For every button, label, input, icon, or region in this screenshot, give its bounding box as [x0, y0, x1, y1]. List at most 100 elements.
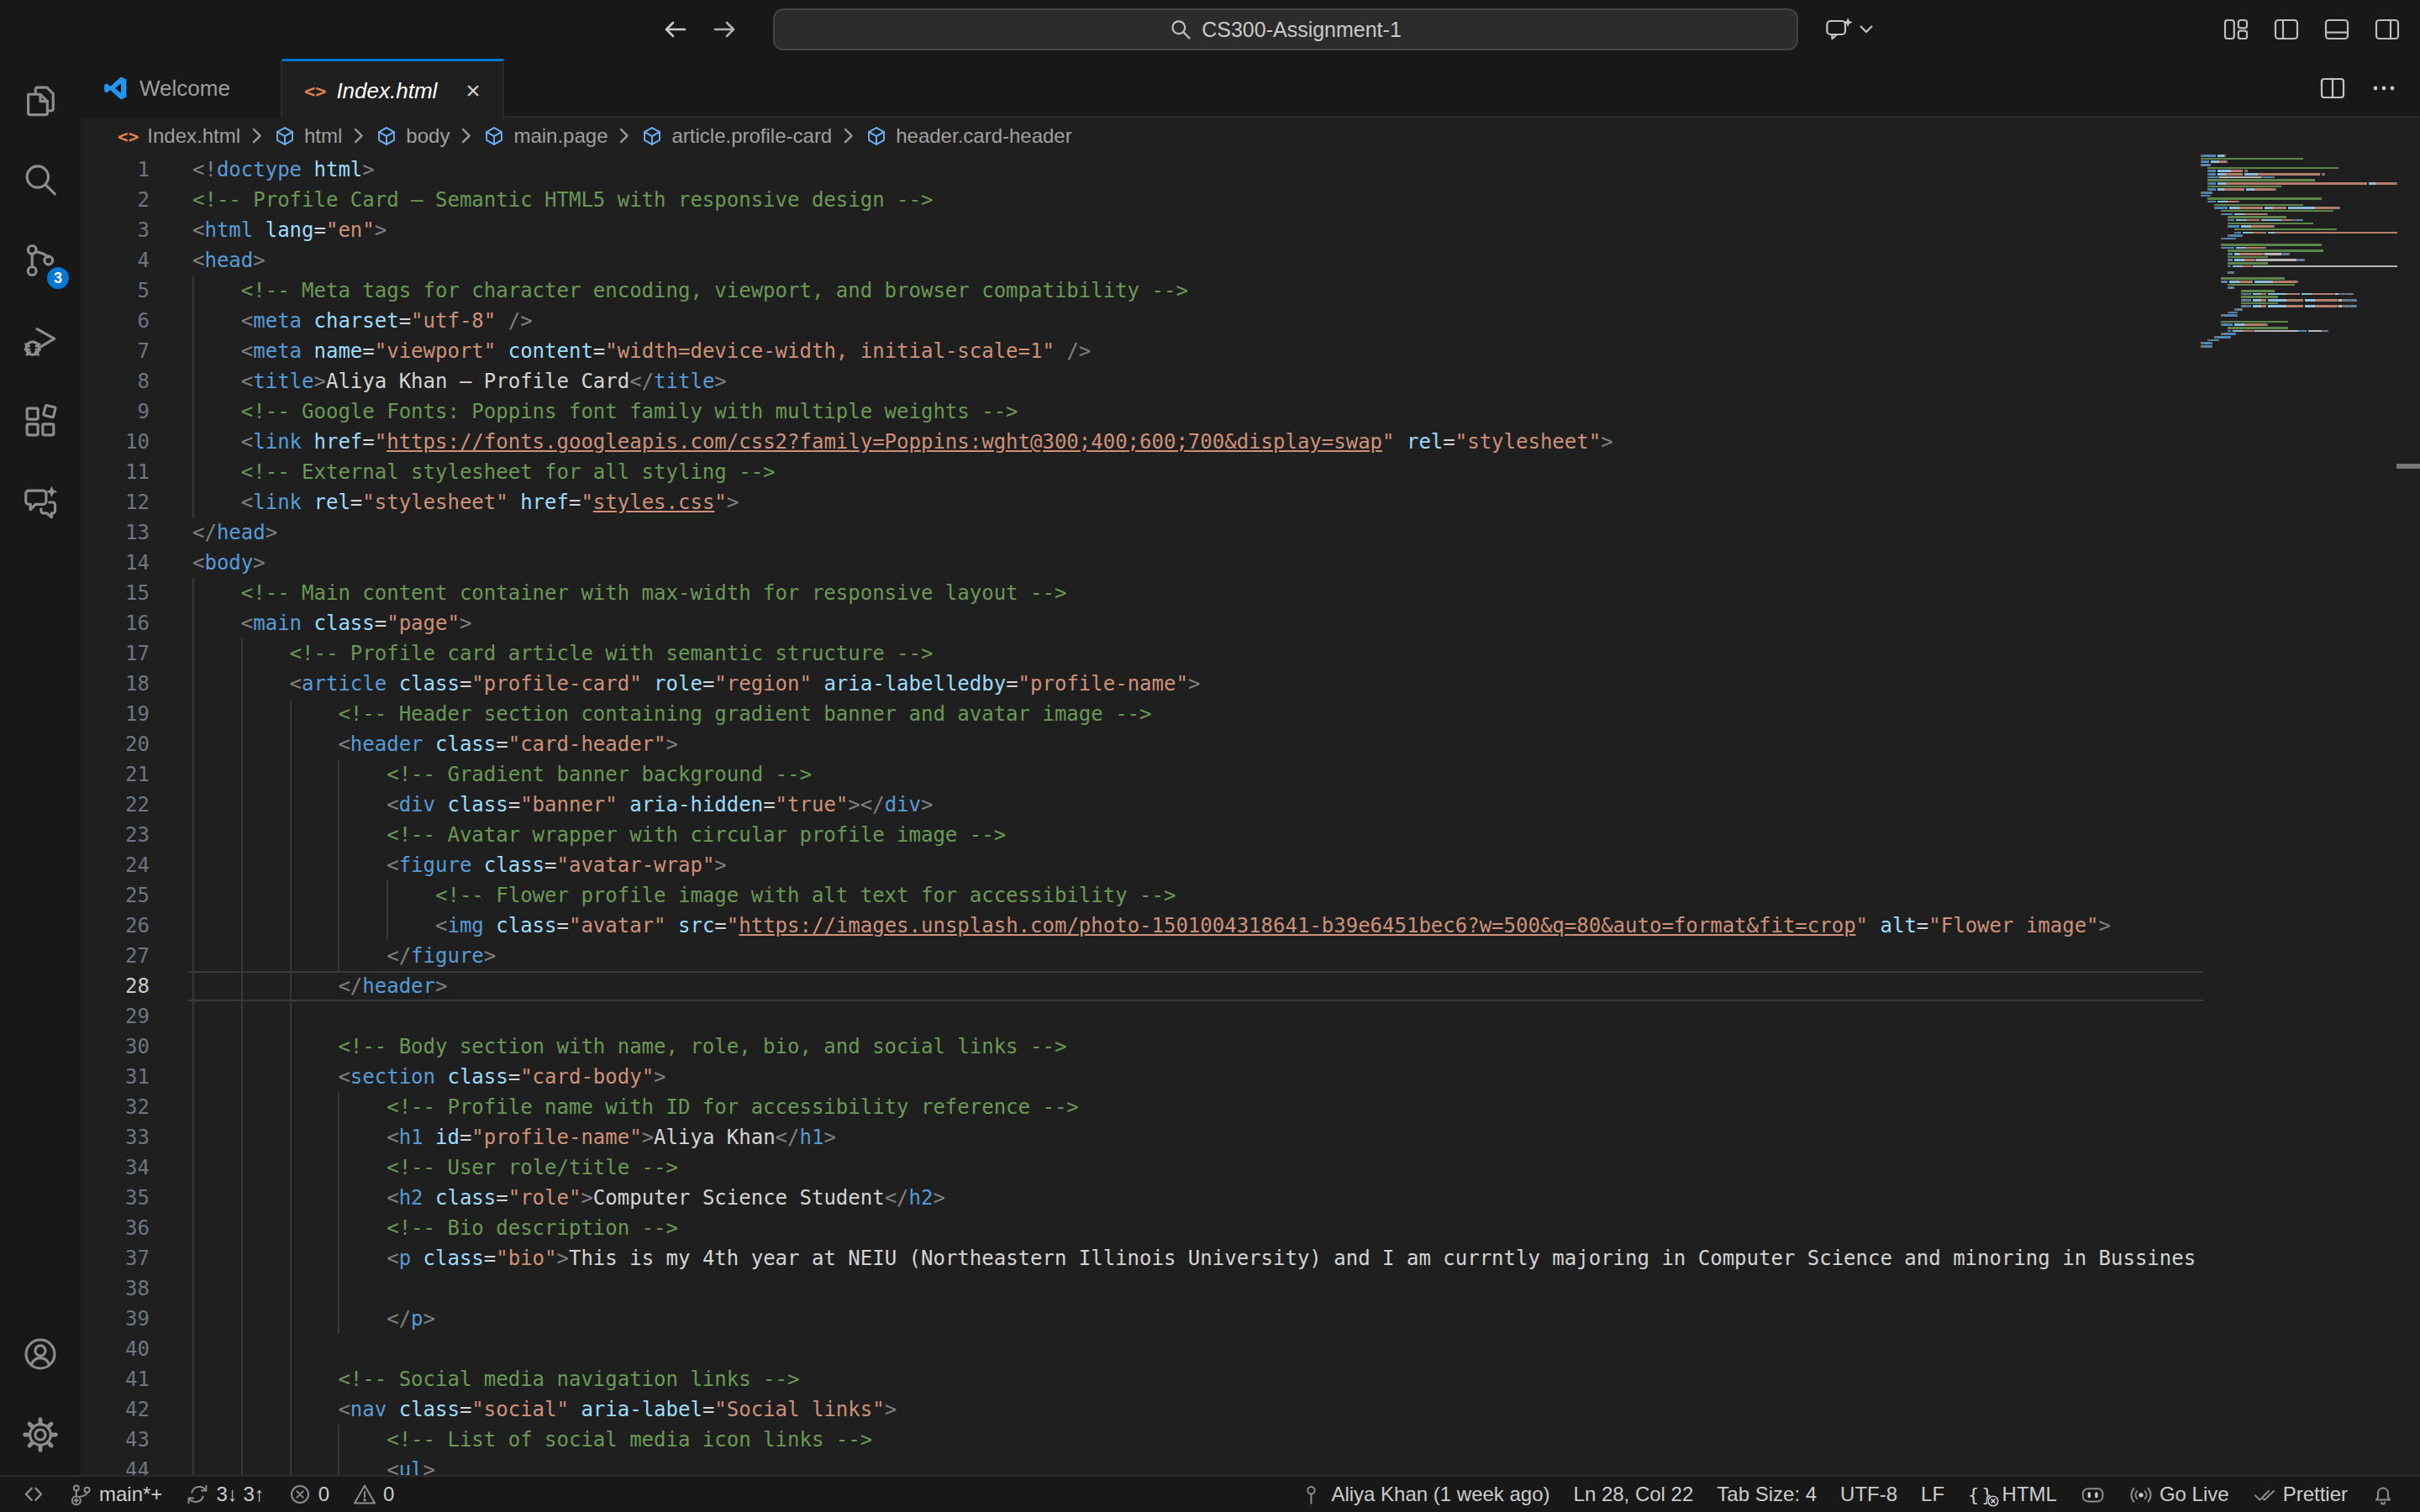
code-line[interactable]: 6 <meta charset="utf-8" /> [81, 306, 2420, 336]
code-line[interactable]: 30 <!-- Body section with name, role, bi… [81, 1032, 2420, 1062]
code-line[interactable]: 1<!doctype html> [81, 155, 2420, 185]
activity-source-control-icon[interactable]: 3 [0, 220, 81, 301]
code-line[interactable]: 29 [81, 1001, 2420, 1032]
toggle-primary-sidebar-button[interactable] [2274, 18, 2299, 40]
code-line[interactable]: 35 <h2 class="role">Computer Science Stu… [81, 1183, 2420, 1213]
status-go-live[interactable]: Go Live [2118, 1477, 2241, 1512]
code-line[interactable]: 32 <!-- Profile name with ID for accessi… [81, 1092, 2420, 1122]
activity-search-icon[interactable] [0, 139, 81, 220]
tab-index-html[interactable]: <> Index.html × [282, 59, 504, 120]
code-line[interactable]: 18 <article class="profile-card" role="r… [81, 669, 2420, 699]
status-label: 0 [383, 1483, 394, 1506]
code-line[interactable]: 23 <!-- Avatar wrapper with circular pro… [81, 820, 2420, 850]
code-line[interactable]: 24 <figure class="avatar-wrap"> [81, 850, 2420, 880]
code-editor[interactable]: 1<!doctype html>2<!-- Profile Card — Sem… [81, 155, 2420, 1475]
code-line[interactable]: 10 <link href="https://fonts.googleapis.… [81, 427, 2420, 457]
customize-layout-button[interactable] [2223, 18, 2249, 40]
toggle-secondary-sidebar-button[interactable] [2375, 18, 2400, 40]
code-line-content: <!-- User role/title --> [192, 1152, 2201, 1183]
toggle-panel-button[interactable] [2324, 18, 2349, 40]
activity-settings-icon[interactable] [0, 1394, 81, 1475]
code-line[interactable]: 39 </p> [81, 1304, 2420, 1334]
code-line[interactable]: 4<head> [81, 245, 2420, 276]
code-line[interactable]: 13</head> [81, 517, 2420, 548]
code-line[interactable]: 37 <p class="bio">This is my 4th year at… [81, 1243, 2420, 1273]
code-line[interactable]: 7 <meta name="viewport" content="width=d… [81, 336, 2420, 366]
status-indentation[interactable]: Tab Size: 4 [1705, 1477, 1828, 1512]
code-line-content: <link href="https://fonts.googleapis.com… [192, 427, 2201, 457]
code-line[interactable]: 11 <!-- External stylesheet for all styl… [81, 457, 2420, 487]
chevron-down-icon [1859, 24, 1874, 34]
editor-actions-more-button[interactable] [2371, 76, 2396, 101]
activity-run-debug-icon[interactable] [0, 301, 81, 381]
line-number: 20 [81, 729, 150, 759]
code-line[interactable]: 17 <!-- Profile card article with semant… [81, 638, 2420, 669]
code-line[interactable]: 2<!-- Profile Card — Semantic HTML5 with… [81, 185, 2420, 215]
activity-chat-icon[interactable] [0, 462, 81, 543]
code-line[interactable]: 43 <!-- List of social media icon links … [81, 1425, 2420, 1455]
code-line[interactable]: 3<html lang="en"> [81, 215, 2420, 245]
code-line-content: <ul> [192, 1455, 2201, 1475]
code-line[interactable]: 14<body> [81, 548, 2420, 578]
code-line[interactable]: 27 </figure> [81, 941, 2420, 971]
code-line[interactable]: 25 <!-- Flower profile image with alt te… [81, 880, 2420, 911]
status-label: Go Live [2160, 1483, 2229, 1506]
code-line[interactable]: 44 <ul> [81, 1455, 2420, 1475]
status-label: Ln 28, Col 22 [1574, 1483, 1694, 1506]
status-prettier[interactable]: Prettier [2241, 1477, 2360, 1512]
breadcrumb-item[interactable]: html [274, 124, 342, 148]
status-notifications[interactable] [2360, 1477, 2407, 1512]
code-line[interactable]: 8 <title>Aliya Khan — Profile Card</titl… [81, 366, 2420, 396]
code-line[interactable]: 34 <!-- User role/title --> [81, 1152, 2420, 1183]
breadcrumb-item[interactable]: body [376, 124, 450, 148]
code-line[interactable]: 40 [81, 1334, 2420, 1364]
code-line[interactable]: 21 <!-- Gradient banner background --> [81, 759, 2420, 790]
code-line[interactable]: 20 <header class="card-header"> [81, 729, 2420, 759]
code-line[interactable]: 31 <section class="card-body"> [81, 1062, 2420, 1092]
status-problems-errors[interactable]: 0 [276, 1477, 341, 1512]
code-line[interactable]: 36 <!-- Bio description --> [81, 1213, 2420, 1243]
status-language-mode[interactable]: {}HTML [1956, 1477, 2069, 1512]
line-number: 42 [81, 1394, 150, 1425]
activity-extensions-icon[interactable] [0, 381, 81, 462]
code-line[interactable]: 12 <link rel="stylesheet" href="styles.c… [81, 487, 2420, 517]
status-encoding[interactable]: UTF-8 [1828, 1477, 1909, 1512]
code-line[interactable]: 19 <!-- Header section containing gradie… [81, 699, 2420, 729]
line-number: 2 [81, 185, 150, 215]
nav-forward-button[interactable] [711, 16, 738, 43]
tab-welcome[interactable]: Welcome [81, 59, 282, 118]
minimap[interactable] [2201, 155, 2397, 1475]
code-line[interactable]: 33 <h1 id="profile-name">Aliya Khan</h1> [81, 1122, 2420, 1152]
breadcrumb-item[interactable]: <>Index.html [118, 124, 240, 148]
code-line[interactable]: 16 <main class="page"> [81, 608, 2420, 638]
breadcrumb-item[interactable]: article.profile-card [641, 124, 832, 148]
command-center-search[interactable]: CS300-Assignment-1 [773, 8, 1798, 50]
breadcrumb-item[interactable]: main.page [483, 124, 608, 148]
copilot-chat-button[interactable] [1825, 0, 1874, 59]
code-line[interactable]: 15 <!-- Main content container with max-… [81, 578, 2420, 608]
split-editor-button[interactable] [2319, 76, 2346, 101]
code-line[interactable]: 22 <div class="banner" aria-hidden="true… [81, 790, 2420, 820]
status-label: Tab Size: 4 [1717, 1483, 1817, 1506]
status-git-sync[interactable]: 3↓ 3↑ [174, 1477, 276, 1512]
code-line-content: <!-- Flower profile image with alt text … [192, 880, 2201, 911]
status-git-branch[interactable]: main*+ [57, 1477, 174, 1512]
status-remote-indicator[interactable] [10, 1477, 57, 1512]
breadcrumb-item[interactable]: header.card-header [865, 124, 1071, 148]
code-line[interactable]: 28 </header> [81, 971, 2420, 1001]
code-line[interactable]: 41 <!-- Social media navigation links --… [81, 1364, 2420, 1394]
code-line[interactable]: 42 <nav class="social" aria-label="Socia… [81, 1394, 2420, 1425]
status-problems-warnings[interactable]: 0 [341, 1477, 406, 1512]
close-icon[interactable]: × [460, 78, 486, 103]
code-line[interactable]: 5 <!-- Meta tags for character encoding,… [81, 276, 2420, 306]
status-git-blame[interactable]: Aliya Khan (1 week ago) [1291, 1477, 1561, 1512]
status-copilot-status[interactable] [2069, 1477, 2118, 1512]
status-eol[interactable]: LF [1909, 1477, 1956, 1512]
nav-back-button[interactable] [662, 16, 689, 43]
activity-explorer-icon[interactable] [0, 59, 81, 139]
activity-account-icon[interactable] [0, 1314, 81, 1394]
code-line[interactable]: 26 <img class="avatar" src="https://imag… [81, 911, 2420, 941]
code-line[interactable]: 38 [81, 1273, 2420, 1304]
code-line[interactable]: 9 <!-- Google Fonts: Poppins font family… [81, 396, 2420, 427]
status-cursor-position[interactable]: Ln 28, Col 22 [1562, 1477, 1706, 1512]
